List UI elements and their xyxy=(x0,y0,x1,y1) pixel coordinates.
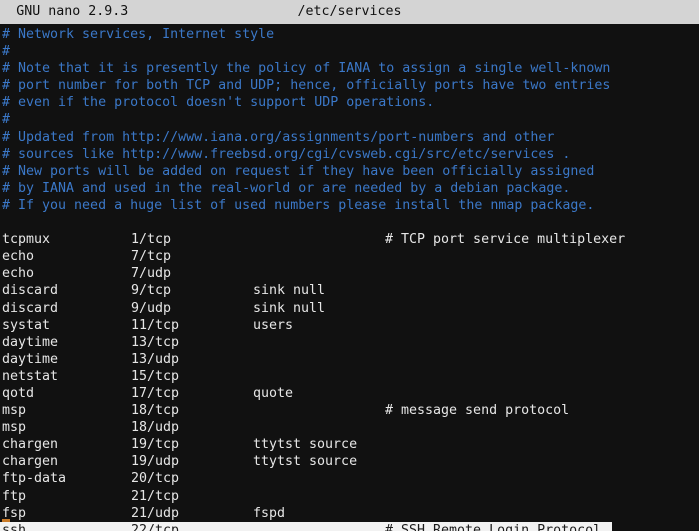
service-name: daytime xyxy=(2,351,59,367)
service-name: chargen xyxy=(2,454,59,470)
service-name: discard xyxy=(2,283,59,299)
service-alias: fspd xyxy=(253,505,286,521)
comment-text: # Updated from http://www.iana.org/assig… xyxy=(2,129,555,145)
service-port: 19/tcp xyxy=(131,437,180,453)
buffer-line-service-entry[interactable]: daytime 13/tcp xyxy=(0,334,699,351)
service-name: ssh xyxy=(2,522,27,531)
nano-title-bar: GNU nano 2.9.3 /etc/services xyxy=(0,0,699,24)
buffer-line-service-entry[interactable]: tcpmux 1/tcp # TCP port service multiplexe… xyxy=(0,231,699,248)
service-alias: sink null xyxy=(253,300,326,316)
buffer-line-service-entry[interactable]: daytime 13/udp xyxy=(0,351,699,368)
service-port: 21/tcp xyxy=(131,488,180,504)
service-comment: # message send protocol xyxy=(385,403,570,419)
service-name: echo xyxy=(2,249,35,265)
buffer-line-comment[interactable]: # New ports will be added on request if … xyxy=(0,163,699,180)
comment-text: # by IANA and used in the real-world or … xyxy=(2,180,571,196)
buffer-line-comment[interactable]: # port number for both TCP and UDP; henc… xyxy=(0,77,699,94)
service-alias: ttytst source xyxy=(253,437,358,453)
service-name: msp xyxy=(2,420,27,436)
terminal-screen: GNU nano 2.9.3 /etc/services # Network s… xyxy=(0,0,699,531)
buffer-line-service-entry[interactable]: ssh 22/tcp # SSH Remote Login Protocol xyxy=(0,518,699,531)
service-port: 1/tcp xyxy=(131,232,172,248)
buffer-line-service-entry[interactable]: msp 18/tcp # message send protocol xyxy=(0,402,699,419)
service-port: 7/udp xyxy=(131,266,172,282)
buffer-line-service-entry[interactable]: echo 7/udp xyxy=(0,265,699,282)
service-port: 18/udp xyxy=(131,420,180,436)
buffer-line-comment[interactable]: # xyxy=(0,111,699,128)
service-alias: users xyxy=(253,317,294,333)
service-port: 7/tcp xyxy=(131,249,172,265)
service-name: netstat xyxy=(2,368,59,384)
buffer-line-comment[interactable]: # Network services, Internet style xyxy=(0,26,699,43)
service-name: systat xyxy=(2,317,51,333)
buffer-line-service-entry[interactable]: chargen 19/udp ttytst source xyxy=(0,453,699,470)
service-name: discard xyxy=(2,300,59,316)
service-port: 9/tcp xyxy=(131,283,172,299)
service-port: 13/udp xyxy=(131,351,180,367)
comment-text: # If you need a huge list of used number… xyxy=(2,197,595,213)
buffer-line-service-entry[interactable]: msp 18/udp xyxy=(0,419,699,436)
comment-text: # Note that it is presently the policy o… xyxy=(2,61,611,77)
service-alias: ttytst source xyxy=(253,454,358,470)
text-cursor xyxy=(2,518,11,522)
buffer-line-service-entry[interactable]: discard 9/udp sink null xyxy=(0,300,699,317)
service-comment: # SSH Remote Login Protocol xyxy=(385,522,602,531)
service-name: daytime xyxy=(2,334,59,350)
comment-text: # Network services, Internet style xyxy=(2,27,275,42)
comment-text: # sources like http://www.freebsd.org/cg… xyxy=(2,146,571,162)
service-name: ftp xyxy=(2,488,27,504)
service-port: 19/udp xyxy=(131,454,180,470)
buffer-line-service-entry[interactable]: echo 7/tcp xyxy=(0,248,699,265)
service-name: msp xyxy=(2,403,27,419)
comment-text: # even if the protocol doesn't support U… xyxy=(2,95,435,111)
buffer-line-blank[interactable] xyxy=(0,214,699,231)
service-port: 17/tcp xyxy=(131,385,180,401)
service-port: 9/udp xyxy=(131,300,172,316)
comment-text: # xyxy=(2,44,11,60)
buffer-line-service-entry[interactable]: netstat 15/tcp xyxy=(0,368,699,385)
buffer-line-service-entry[interactable]: systat 11/tcp users xyxy=(0,317,699,334)
service-port: 18/tcp xyxy=(131,403,180,419)
service-comment: # TCP port service multiplexer xyxy=(385,232,626,248)
service-name: echo xyxy=(2,266,35,282)
buffer-line-comment[interactable]: # Updated from http://www.iana.org/assig… xyxy=(0,129,699,146)
buffer-line-service-entry[interactable]: ftp 21/tcp xyxy=(0,488,699,505)
service-port: 13/tcp xyxy=(131,334,180,350)
buffer-line-comment[interactable]: # even if the protocol doesn't support U… xyxy=(0,94,699,111)
buffer-line-service-entry[interactable]: fsp 21/udp fspd xyxy=(0,505,699,522)
service-name: qotd xyxy=(2,385,35,401)
service-port: 11/tcp xyxy=(131,317,180,333)
service-alias: quote xyxy=(253,385,294,401)
service-name: chargen xyxy=(2,437,59,453)
buffer-line-service-entry[interactable]: chargen 19/tcp ttytst source xyxy=(0,436,699,453)
nano-text-buffer[interactable]: # Network services, Internet style # # Not… xyxy=(0,26,699,531)
comment-text: # xyxy=(2,112,11,128)
buffer-line-comment[interactable]: # sources like http://www.freebsd.org/cg… xyxy=(0,146,699,163)
service-name: tcpmux xyxy=(2,232,51,248)
comment-text: # New ports will be added on request if … xyxy=(2,163,595,179)
buffer-line-service-entry[interactable]: discard 9/tcp sink null xyxy=(0,282,699,299)
buffer-line-comment[interactable]: # If you need a huge list of used number… xyxy=(0,197,699,214)
service-alias: sink null xyxy=(253,283,326,299)
buffer-line-comment[interactable]: # by IANA and used in the real-world or … xyxy=(0,180,699,197)
buffer-line-service-entry[interactable]: ftp-data 20/tcp xyxy=(0,470,699,487)
service-port: 22/tcp xyxy=(131,522,180,531)
service-name: ftp-data xyxy=(2,471,67,487)
buffer-line-service-entry[interactable]: qotd 17/tcp quote xyxy=(0,385,699,402)
nano-filename-label: /etc/services xyxy=(297,4,402,19)
service-port: 21/udp xyxy=(131,505,180,521)
comment-text: # port number for both TCP and UDP; henc… xyxy=(2,78,611,94)
buffer-line-comment[interactable]: # Note that it is presently the policy o… xyxy=(0,60,699,77)
service-port: 20/tcp xyxy=(131,471,180,487)
buffer-line-comment[interactable]: # xyxy=(0,43,699,60)
service-port: 15/tcp xyxy=(131,368,180,384)
